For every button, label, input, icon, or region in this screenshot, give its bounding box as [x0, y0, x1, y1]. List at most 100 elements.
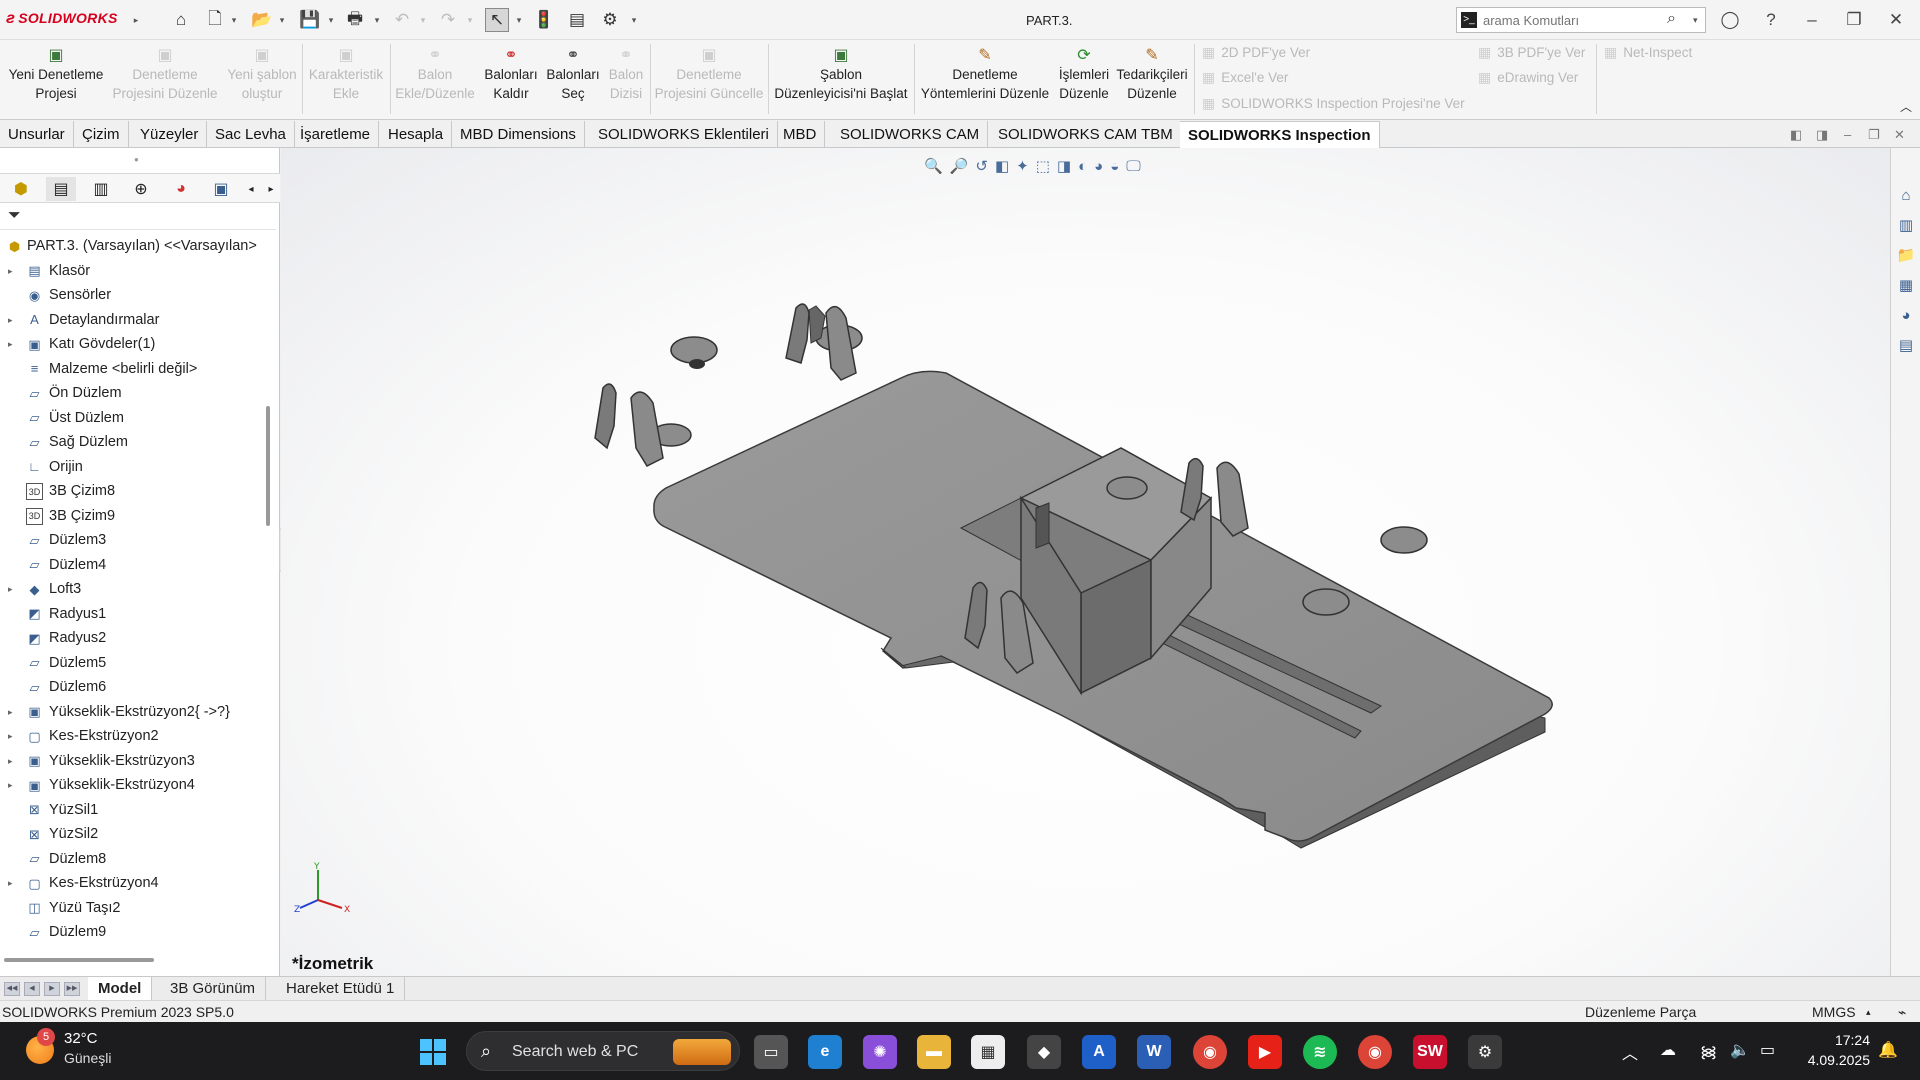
- undo-icon[interactable]: ↶: [390, 8, 414, 32]
- tree-item[interactable]: ▸ ▤ Klasör: [0, 259, 264, 283]
- view-palette-icon[interactable]: ▦: [1895, 274, 1917, 296]
- restore-icon[interactable]: ❐: [1842, 8, 1866, 32]
- edit-appearance-icon[interactable]: ◕: [1094, 158, 1103, 175]
- new-inspection-button[interactable]: ▣ Yeni Denetleme Projesi: [6, 44, 106, 103]
- tab-sketch[interactable]: Çizim: [74, 121, 129, 148]
- tree-vertical-scrollbar[interactable]: [266, 406, 270, 526]
- tree-item[interactable]: ▸▣Yükseklik-Ekstrüzyon5: [0, 945, 264, 951]
- export-excel-button[interactable]: ▦ Excel'e Ver: [1202, 69, 1288, 86]
- tree-item[interactable]: ▱ Düzlem3: [0, 528, 264, 552]
- close-icon[interactable]: ✕: [1884, 8, 1908, 32]
- doc-tile-left-icon[interactable]: ◧: [1790, 127, 1802, 143]
- options-dropdown-icon[interactable]: ▾: [629, 8, 639, 32]
- tree-root-part[interactable]: ⬢ PART.3. (Varsayılan) <<Varsayılan>: [0, 234, 264, 258]
- redo-icon[interactable]: ↷: [436, 8, 460, 32]
- tree-item[interactable]: ▸ ▣ Yükseklik-Ekstrüzyon4: [0, 773, 264, 797]
- settings-taskbar-icon[interactable]: ⚙: [1468, 1035, 1502, 1069]
- unit-dropdown-icon[interactable]: ▴: [1866, 1001, 1871, 1023]
- home-icon[interactable]: ⌂: [169, 8, 193, 32]
- open-icon[interactable]: 📂: [250, 8, 274, 32]
- tab-mbd-dimensions[interactable]: MBD Dimensions: [452, 121, 585, 148]
- store-icon[interactable]: ▦: [971, 1035, 1005, 1069]
- copilot-icon[interactable]: ✺: [863, 1035, 897, 1069]
- balloon-pattern-button[interactable]: ⚭ Balon Dizisi: [604, 44, 648, 103]
- tree-item[interactable]: ▸ ▣ Yükseklik-Ekstrüzyon3: [0, 749, 264, 773]
- task-view-icon[interactable]: ▭: [754, 1035, 788, 1069]
- previous-view-icon[interactable]: ↺: [975, 157, 988, 175]
- expand-arrow-icon[interactable]: ▸: [8, 749, 13, 773]
- redo-dropdown-icon[interactable]: ▾: [465, 8, 475, 32]
- command-search[interactable]: >_ ⌕ ▾: [1456, 7, 1706, 33]
- expand-arrow-icon[interactable]: ▸: [8, 308, 13, 332]
- nav-next-icon[interactable]: ▶: [44, 982, 60, 996]
- template-editor-button[interactable]: ▣ Şablon Düzenleyicisi'ni Başlat: [770, 44, 912, 103]
- youtube-icon[interactable]: ▶: [1248, 1035, 1282, 1069]
- open-dropdown-icon[interactable]: ▾: [277, 8, 287, 32]
- autodesk-icon[interactable]: A: [1082, 1035, 1116, 1069]
- tree-filter[interactable]: ⏷: [0, 204, 276, 230]
- graphics-area[interactable]: Y X Z: [281, 148, 1890, 976]
- file-explorer-taskbar-icon[interactable]: ▬: [917, 1035, 951, 1069]
- onedrive-icon[interactable]: ☁: [1660, 1040, 1676, 1060]
- design-library-icon[interactable]: ▥: [1895, 214, 1917, 236]
- save-dropdown-icon[interactable]: ▾: [326, 8, 336, 32]
- section-view-icon[interactable]: ◧: [995, 157, 1009, 175]
- hide-show-icon[interactable]: ◐: [1078, 158, 1087, 175]
- chrome-icon[interactable]: ◉: [1193, 1035, 1227, 1069]
- display-style-icon[interactable]: ◨: [1057, 157, 1071, 175]
- tree-item[interactable]: ⊠ YüzSil1: [0, 798, 264, 822]
- vendors-button[interactable]: ✎ Tedarikçileri Düzenle: [1114, 44, 1190, 103]
- tab-sheet-metal[interactable]: Sac Levha: [207, 121, 295, 148]
- search-icon[interactable]: ⌕: [1667, 10, 1676, 28]
- tree-item[interactable]: ▸ ▢ Kes-Ekstrüzyon2: [0, 724, 264, 748]
- inspection-tab-icon[interactable]: ▣: [206, 177, 236, 201]
- tree-item[interactable]: ∟ Orijin: [0, 455, 264, 479]
- zoom-area-icon[interactable]: 🔎: [950, 157, 969, 175]
- tab-features[interactable]: Unsurlar: [0, 121, 74, 148]
- clock[interactable]: 17:24 4.09.2025: [1790, 1030, 1870, 1070]
- battery-icon[interactable]: ▭: [1760, 1040, 1775, 1060]
- search-dropdown-icon[interactable]: ▾: [1693, 15, 1698, 26]
- tree-item[interactable]: ⊠ YüzSil2: [0, 822, 264, 846]
- rebuild-status-icon[interactable]: ⌁: [1898, 1001, 1906, 1023]
- tree-item[interactable]: ▱ Üst Düzlem: [0, 406, 264, 430]
- chrome-profile-icon[interactable]: ◉: [1358, 1035, 1392, 1069]
- notification-bell-icon[interactable]: 🔔: [1878, 1040, 1898, 1060]
- file-explorer-icon[interactable]: 📁: [1895, 244, 1917, 266]
- tab-motion-study[interactable]: Hareket Etüdü 1: [276, 977, 406, 1000]
- tree-item[interactable]: ▸ ◆ Loft3: [0, 577, 264, 601]
- doc-restore-icon[interactable]: ❐: [1868, 127, 1880, 143]
- select-dropdown-icon[interactable]: ▾: [514, 8, 524, 32]
- configurationmanager-tab-icon[interactable]: ▥: [86, 177, 116, 201]
- tab-3d-view[interactable]: 3B Görünüm: [160, 977, 267, 1000]
- tab-cam-tbm[interactable]: SOLIDWORKS CAM TBM: [990, 121, 1182, 148]
- export-edrawing-button[interactable]: ▦ eDrawing Ver: [1478, 69, 1578, 86]
- account-icon[interactable]: ◯: [1718, 8, 1742, 32]
- volume-icon[interactable]: 🔈: [1730, 1040, 1750, 1060]
- unity-icon[interactable]: ◆: [1027, 1035, 1061, 1069]
- tab-markup[interactable]: İşaretleme: [292, 121, 380, 148]
- featuremanager-tab-icon[interactable]: ⬢: [6, 177, 36, 201]
- print-icon[interactable]: 🖶: [343, 8, 367, 32]
- tree-horizontal-scrollbar[interactable]: [4, 958, 154, 962]
- new-document-icon[interactable]: 🗋: [203, 8, 227, 32]
- doc-close-icon[interactable]: ✕: [1894, 127, 1905, 143]
- unit-system[interactable]: MMGS: [1812, 1001, 1856, 1023]
- new-dropdown-icon[interactable]: ▾: [229, 8, 239, 32]
- tab-model[interactable]: Model: [88, 977, 153, 1000]
- file-properties-icon[interactable]: ▤: [565, 8, 589, 32]
- expand-arrow-icon[interactable]: ▸: [8, 724, 13, 748]
- update-inspection-button[interactable]: ▣ Denetleme Projesini Güncelle: [652, 44, 766, 103]
- dimxpert-tab-icon[interactable]: ⊕: [126, 177, 156, 201]
- nav-first-icon[interactable]: ◀◀: [4, 982, 20, 996]
- wifi-icon[interactable]: ᯼: [1700, 1040, 1717, 1062]
- solidworks-taskbar-icon[interactable]: SW: [1413, 1035, 1447, 1069]
- dynamic-annotation-icon[interactable]: ✦: [1016, 157, 1029, 175]
- taskbar-search[interactable]: ⌕ Search web & PC: [466, 1031, 740, 1071]
- export-inspection-project-button[interactable]: ▦ SOLIDWORKS Inspection Projesi'ne Ver: [1202, 95, 1465, 112]
- tree-item[interactable]: ▸ ▣ Katı Gövdeler(1): [0, 332, 264, 356]
- doc-minimize-icon[interactable]: –: [1844, 127, 1851, 142]
- solidworks-resources-icon[interactable]: ⌂: [1895, 184, 1917, 206]
- tree-item[interactable]: ≡ Malzeme <belirli değil>: [0, 357, 264, 381]
- select-cursor-icon[interactable]: ↖: [485, 8, 509, 32]
